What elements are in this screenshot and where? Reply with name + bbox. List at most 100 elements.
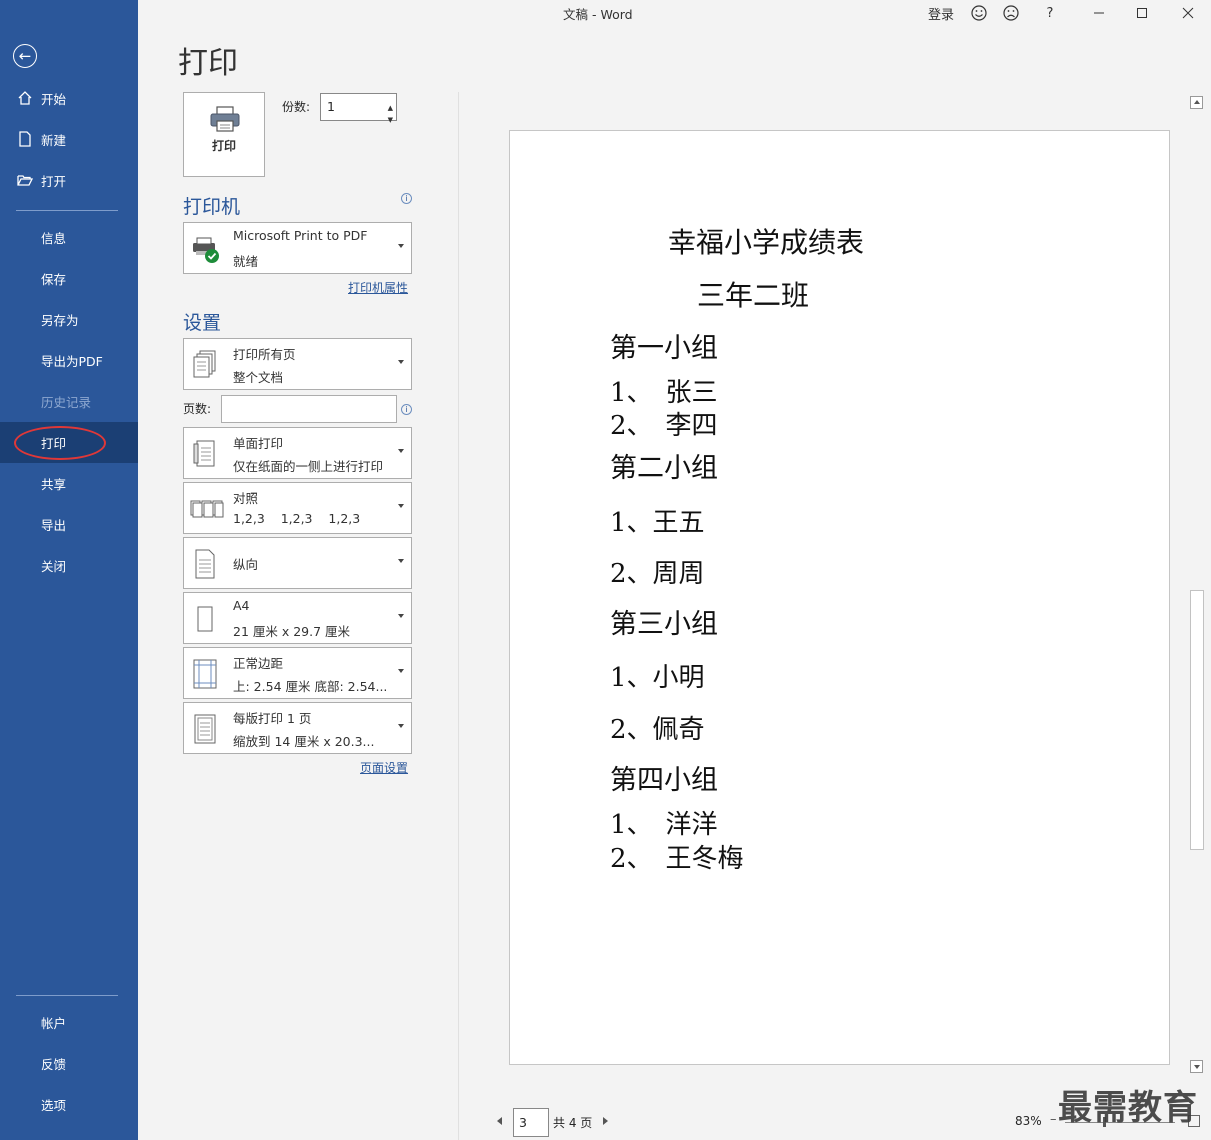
pages-per-sheet-icon [194,714,216,744]
sidebar-item-export[interactable]: 导出 [0,504,138,545]
copies-value: 1 [327,99,335,114]
doc-title: 幸福小学成绩表 [668,226,865,259]
doc-member: 1、王五 [610,508,705,538]
doc-member: 2、 王冬梅 [610,844,744,874]
printer-status: 就绪 [233,254,259,269]
doc-group-heading: 第一小组 [610,333,718,364]
single-sided-icon [193,440,215,467]
print-range-dropdown[interactable]: 打印所有页 整个文档 [183,338,412,390]
sidebar-item-options[interactable]: 选项 [0,1084,138,1125]
page-setup-link[interactable]: 页面设置 [360,759,408,776]
title-bar: 文稿 - Word 登录 ? [138,0,1211,26]
doc-member: 2、周周 [610,559,705,589]
pages-input[interactable] [221,395,397,423]
paper-size-desc: 21 厘米 x 29.7 厘米 [233,624,351,639]
collate-title: 对照 [233,491,259,506]
sidebar-item-feedback[interactable]: 反馈 [0,1043,138,1084]
margins-desc: 上: 2.54 厘米 底部: 2.54... [233,679,388,694]
pages-per-sheet-dropdown[interactable]: 每版打印 1 页 缩放到 14 厘米 x 20.3... [183,702,412,754]
watermark-logo: 最需教育 [1058,1088,1198,1128]
window-title: 文稿 - Word [563,7,633,22]
print-range-desc: 整个文档 [233,370,284,385]
page-number-input[interactable]: 3 [513,1108,549,1137]
paper-size-dropdown[interactable]: A4 21 厘米 x 29.7 厘米 [183,592,412,644]
sidebar-item-label: 新建 [41,133,67,148]
sidebar-item-label: 关闭 [41,559,67,574]
home-icon [18,91,32,105]
doc-group-heading: 第四小组 [610,765,718,796]
sidebar-item-account[interactable]: 帐户 [0,1002,138,1043]
sidebar-item-label: 打开 [41,174,67,189]
sidebar-item-label: 共享 [41,477,67,492]
sidebar-item-save-as[interactable]: 另存为 [0,299,138,340]
sidebar-divider [16,995,118,996]
margins-title: 正常边距 [233,656,284,671]
sides-dropdown[interactable]: 单面打印 仅在纸面的一侧上进行打印 [183,427,412,479]
close-window-icon[interactable] [1179,2,1197,24]
signin-link[interactable]: 登录 [928,2,954,24]
scroll-up-icon[interactable] [1190,96,1203,109]
pages-per-sheet-desc: 缩放到 14 厘米 x 20.3... [233,734,375,749]
total-pages-label: 共 4 页 [553,1116,593,1130]
help-button[interactable]: ? [1043,2,1057,24]
doc-member: 1、 洋洋 [610,810,718,840]
chevron-down-icon [398,724,404,728]
sidebar-item-print[interactable]: 打印 [0,422,138,463]
sidebar-item-share[interactable]: 共享 [0,463,138,504]
new-document-icon [19,131,31,147]
sidebar-item-info[interactable]: 信息 [0,217,138,258]
orientation-dropdown[interactable]: 纵向 [183,537,412,589]
chevron-down-icon [398,360,404,364]
sidebar-item-label: 信息 [41,231,67,246]
scroll-down-icon[interactable] [1190,1060,1203,1073]
back-arrow-icon[interactable]: ← [13,44,37,68]
chevron-down-icon [398,244,404,248]
backstage-sidebar: ← 开始 新建 打开 信息 保存 另存为 导出为PDF 历史记录 打印 共享 导… [0,0,138,1140]
sidebar-item-new[interactable]: 新建 [0,119,138,160]
sidebar-item-label: 导出为PDF [41,354,103,369]
sidebar-item-close[interactable]: 关闭 [0,545,138,586]
sidebar-item-label: 选项 [41,1098,67,1113]
minimize-icon[interactable] [1090,2,1108,24]
printer-dropdown[interactable]: Microsoft Print to PDF 就绪 [183,222,412,274]
vertical-scrollbar[interactable] [1189,95,1204,1075]
collate-icon [190,500,224,518]
pages-label: 页数: [183,402,212,416]
sidebar-item-label: 打印 [41,436,67,451]
doc-subtitle: 三年二班 [697,279,810,312]
sides-title: 单面打印 [233,436,284,451]
print-range-title: 打印所有页 [233,347,296,362]
copies-spinbox[interactable]: 1 ▲ ▼ [320,93,397,124]
sidebar-item-home[interactable]: 开始 [0,78,138,119]
next-page-icon[interactable] [603,1117,608,1125]
portrait-page-icon [195,549,215,579]
printer-section-title: 打印机 [183,196,241,218]
zoom-level[interactable]: 83% [1015,1114,1042,1128]
maximize-icon[interactable] [1133,2,1151,24]
zoom-out-icon[interactable]: – [1050,1112,1057,1127]
printer-properties-link[interactable]: 打印机属性 [348,279,408,296]
sidebar-item-label: 另存为 [41,313,79,328]
preview-divider [458,92,459,1140]
sidebar-item-export-pdf[interactable]: 导出为PDF [0,340,138,381]
doc-member: 2、佩奇 [610,715,705,745]
doc-member: 1、小明 [610,663,705,693]
info-icon[interactable]: i [401,404,412,415]
chevron-down-icon [398,449,404,453]
sidebar-item-save[interactable]: 保存 [0,258,138,299]
sidebar-item-open[interactable]: 打开 [0,160,138,201]
smile-feedback-icon[interactable] [970,2,988,24]
info-icon[interactable]: i [401,193,412,204]
collate-dropdown[interactable]: 对照 1,2,3 1,2,3 1,2,3 [183,482,412,534]
scroll-thumb[interactable] [1190,590,1204,850]
chevron-down-icon [398,559,404,563]
margins-icon [193,659,217,689]
margins-dropdown[interactable]: 正常边距 上: 2.54 厘米 底部: 2.54... [183,647,412,699]
previous-page-icon[interactable] [497,1117,502,1125]
frown-feedback-icon[interactable] [1002,2,1020,24]
sidebar-item-label: 历史记录 [41,395,92,410]
spin-down-icon[interactable]: ▼ [388,107,393,133]
copies-label: 份数: [282,100,311,114]
printer-name: Microsoft Print to PDF [233,228,368,243]
print-button[interactable]: 打印 [183,92,265,177]
